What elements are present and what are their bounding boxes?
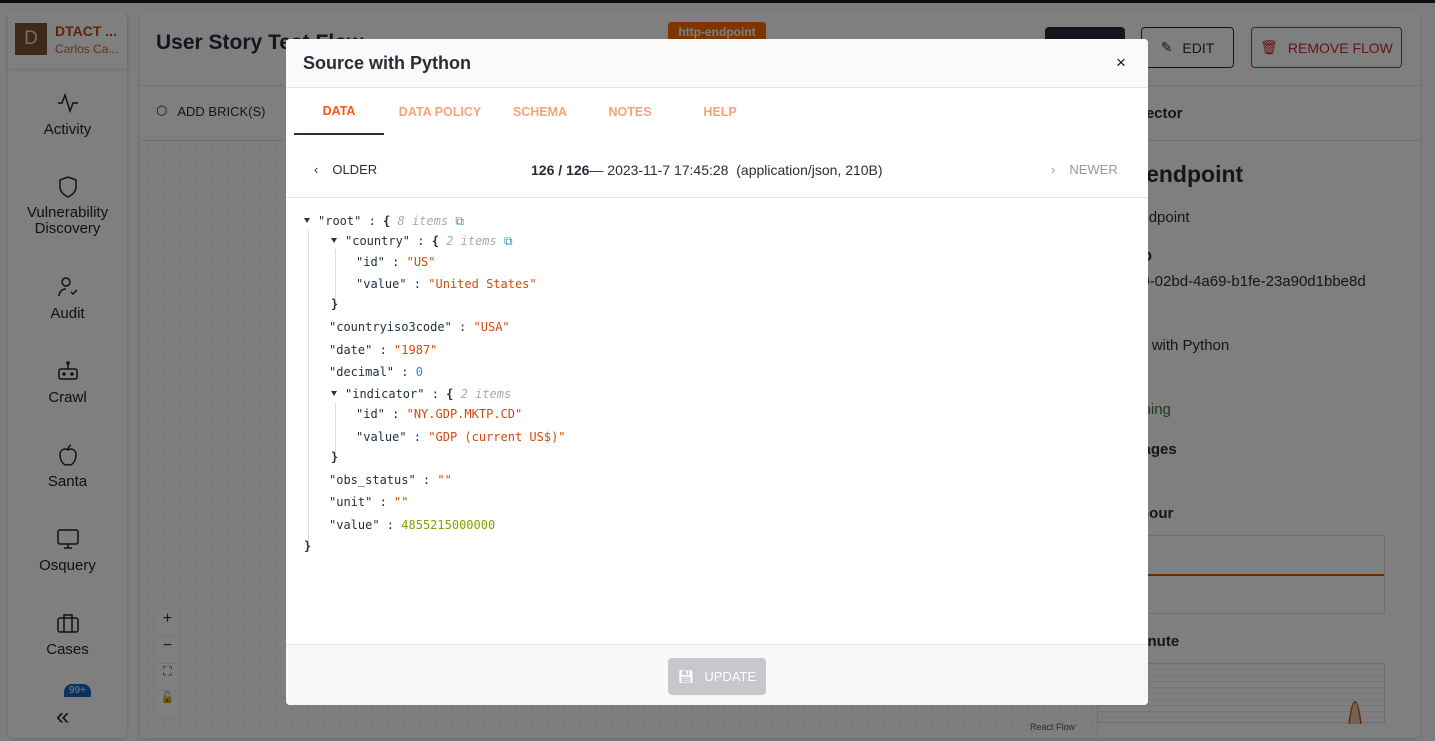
json-line: } [331,450,339,464]
json-line: "countryiso3code" : "USA" [329,320,510,334]
json-line: "unit" : "" [329,495,409,509]
tab-schema[interactable]: SCHEMA [500,88,580,135]
older-label: OLDER [332,162,378,177]
json-line: "decimal" : 0 [329,365,423,379]
caret-down-icon[interactable] [331,391,337,396]
json-line: "value" : "United States" [356,277,537,291]
update-button[interactable]: 💾︎ UPDATE [668,658,766,695]
json-line: "value" : "GDP (current US$)" [356,430,566,444]
message-info: 126 / 126— 2023-11-7 17:45:28 (applicati… [531,162,883,178]
message-timestamp: — 2023-11-7 17:45:28 [589,162,729,178]
modal-footer: 💾︎ UPDATE [286,644,1148,705]
tab-data-policy[interactable]: DATA POLICY [390,88,490,135]
modal-title: Source with Python [303,53,472,73]
update-label: UPDATE [704,669,757,684]
json-line: } [304,539,312,553]
copy-icon[interactable]: ⧉ [504,234,513,248]
close-icon[interactable]: × [1116,53,1126,73]
tab-help[interactable]: HELP [680,88,760,135]
tab-data[interactable]: DATA [294,88,384,135]
message-position: 126 / 126 [531,162,590,178]
tab-notes[interactable]: NOTES [590,88,670,135]
content-info: (application/json, 210B) [736,162,883,178]
source-modal: Source with Python × DATA DATA POLICY SC… [286,39,1148,705]
json-line: "date" : "1987" [329,343,438,357]
chevron-right-icon: › [1051,162,1056,177]
newer-label: NEWER [1069,162,1118,177]
modal-header: Source with Python × [286,39,1148,88]
json-line: "id" : "US" [356,255,436,269]
chevron-left-icon: ‹ [314,162,319,177]
save-icon: 💾︎ [677,668,695,684]
divider [286,197,1148,198]
older-button[interactable]: ‹ OLDER [314,162,377,177]
caret-down-icon[interactable] [331,238,337,243]
json-line[interactable]: "indicator" : { 2 items [331,386,511,402]
copy-icon[interactable]: ⧉ [455,214,464,228]
json-line[interactable]: "country" : { 2 items ⧉ [331,233,513,249]
json-line[interactable]: "root" : { 8 items ⧉ [304,213,464,229]
caret-down-icon[interactable] [304,218,310,223]
json-line: "obs_status" : "" [329,473,452,487]
json-line: "id" : "NY.GDP.MKTP.CD" [356,407,523,421]
newer-button[interactable]: › NEWER [1051,162,1118,177]
json-line: } [331,297,339,311]
json-line: "value" : 4855215000000 [329,518,496,532]
